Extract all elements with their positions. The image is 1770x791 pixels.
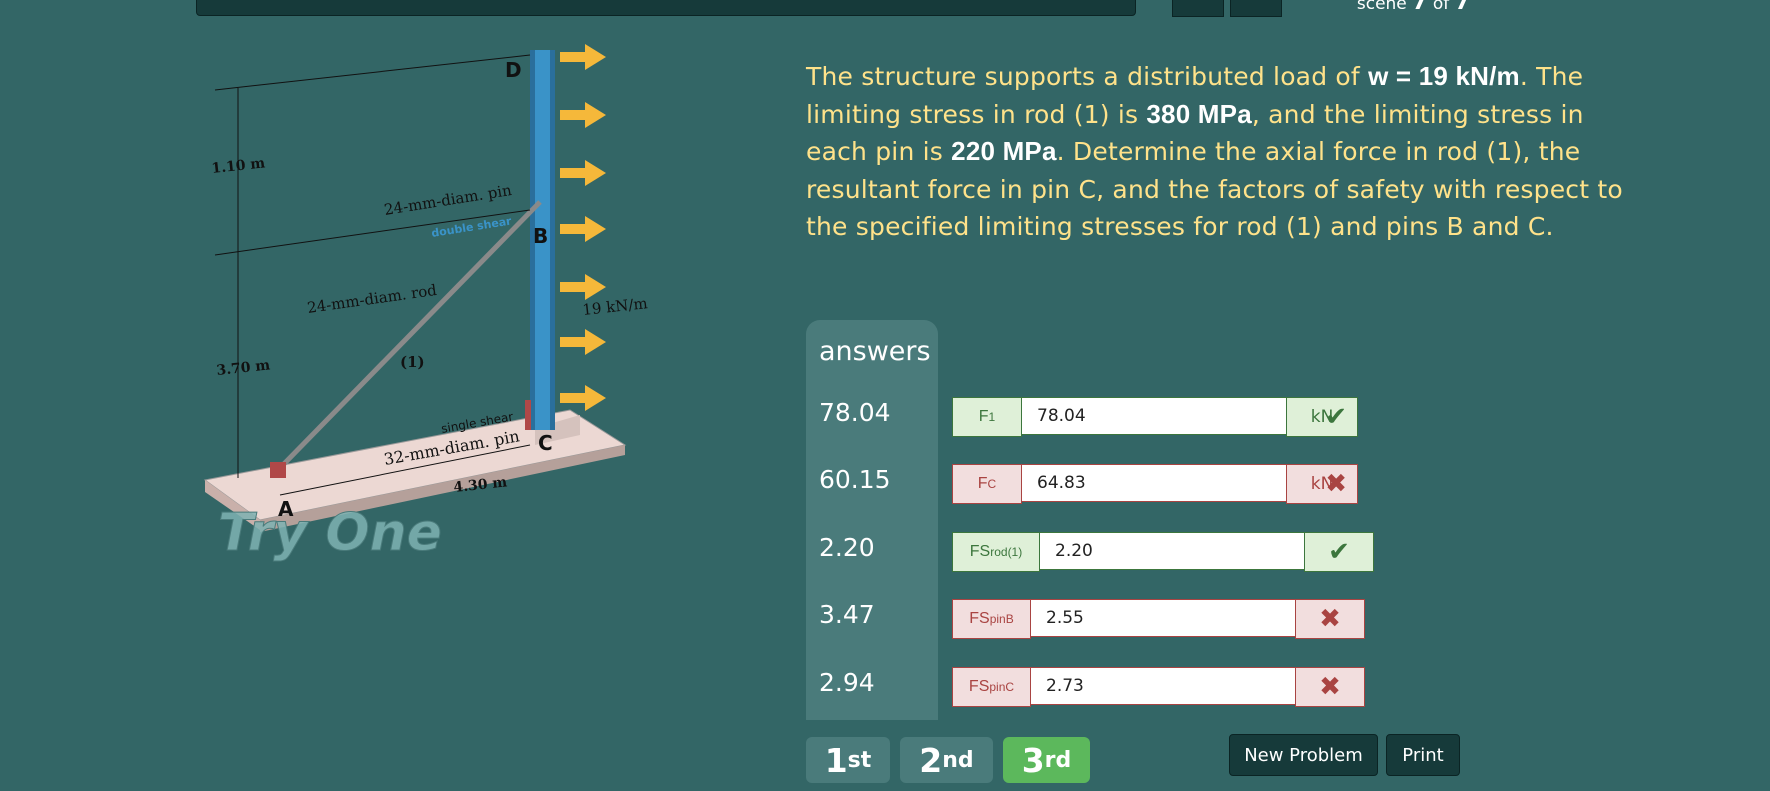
anchor-a <box>270 462 286 478</box>
problem-statement: The structure supports a distributed loa… <box>806 61 1623 241</box>
fs-pinc-label: FS pinC <box>952 667 1031 707</box>
pin-stress-value: 220 MPa <box>951 136 1057 166</box>
answer-value: 60.15 <box>819 465 891 494</box>
f1-unit: kN ✔ <box>1286 397 1358 437</box>
fc-label: FC <box>952 464 1022 504</box>
prev-scene-button[interactable] <box>1172 0 1224 17</box>
dim-bottom-label: 3.70 m <box>216 357 271 379</box>
scene-indicator: scene 7 of 7 <box>1356 0 1470 15</box>
fc-input[interactable]: 64.83 <box>1022 464 1286 502</box>
answer-row-fs-pinb: FS pinB 2.55 ✖ <box>952 599 1365 639</box>
fs-pinb-input[interactable]: 2.55 <box>1031 599 1295 637</box>
next-scene-button[interactable] <box>1230 0 1282 17</box>
answer-row-fs-rod1: FS rod(1) 2.20 ✔ <box>952 532 1374 572</box>
structure-diagram: D B C A 1.10 m 3.70 m 4.30 m 24-mm-diam.… <box>203 44 649 564</box>
cross-icon: ✖ <box>1319 672 1341 702</box>
answer-row-fs-pinc: FS pinC 2.73 ✖ <box>952 667 1365 707</box>
new-problem-button[interactable]: New Problem <box>1229 734 1378 776</box>
pin-b-label: 24-mm-diam. pin <box>383 181 513 219</box>
attempt-tab-3rd[interactable]: 3rd <box>1003 737 1090 783</box>
distributed-load-arrows <box>560 44 606 411</box>
fs-pinc-status: ✖ <box>1295 667 1365 707</box>
load-label: 19 kN/m <box>582 294 649 319</box>
answers-header: answers <box>819 336 931 367</box>
fs-rod1-status: ✔ <box>1304 532 1374 572</box>
dim-top-label: 1.10 m <box>211 155 266 177</box>
answers-panel: answers 78.04 60.15 2.20 3.47 2.94 <box>806 320 938 720</box>
answer-row-fc: FC 64.83 kN ✖ <box>952 464 1358 504</box>
f1-label: F1 <box>952 397 1022 437</box>
answer-value: 2.20 <box>819 533 875 562</box>
cross-icon: ✖ <box>1325 469 1347 499</box>
top-input-bar[interactable] <box>196 0 1136 16</box>
answer-row-f1: F1 78.04 kN ✔ <box>952 397 1358 437</box>
structure-figure: D B C A 1.10 m 3.70 m 4.30 m 24-mm-diam.… <box>200 40 660 600</box>
rod-stress-value: 380 MPa <box>1146 98 1252 129</box>
attempt-tab-1st[interactable]: 1st <box>806 737 890 783</box>
f1-input[interactable]: 78.04 <box>1022 397 1286 435</box>
rod-label: 24-mm-diam. rod <box>306 281 438 317</box>
print-button[interactable]: Print <box>1386 734 1460 776</box>
rod-number-label: (1) <box>400 353 425 371</box>
answer-value: 3.47 <box>819 600 875 629</box>
fs-pinb-label: FS pinB <box>952 599 1031 639</box>
cross-icon: ✖ <box>1319 604 1341 634</box>
label-c: C <box>538 431 553 455</box>
check-icon: ✔ <box>1325 402 1347 432</box>
label-d: D <box>505 58 522 82</box>
answer-value: 78.04 <box>819 398 891 427</box>
load-value: w = 19 kN/m <box>1368 61 1520 91</box>
fs-pinb-status: ✖ <box>1295 599 1365 639</box>
fs-rod1-input[interactable]: 2.20 <box>1040 532 1304 570</box>
attempt-tab-2nd[interactable]: 2nd <box>900 737 993 783</box>
check-icon: ✔ <box>1328 537 1350 567</box>
pin-c-bracket <box>525 400 531 430</box>
fs-rod1-label: FS rod(1) <box>952 532 1040 572</box>
fc-unit: kN ✖ <box>1286 464 1358 504</box>
label-b: B <box>533 224 548 248</box>
fs-pinc-input[interactable]: 2.73 <box>1031 667 1295 705</box>
try-one-watermark: Try One <box>218 503 442 563</box>
answer-value: 2.94 <box>819 668 875 697</box>
